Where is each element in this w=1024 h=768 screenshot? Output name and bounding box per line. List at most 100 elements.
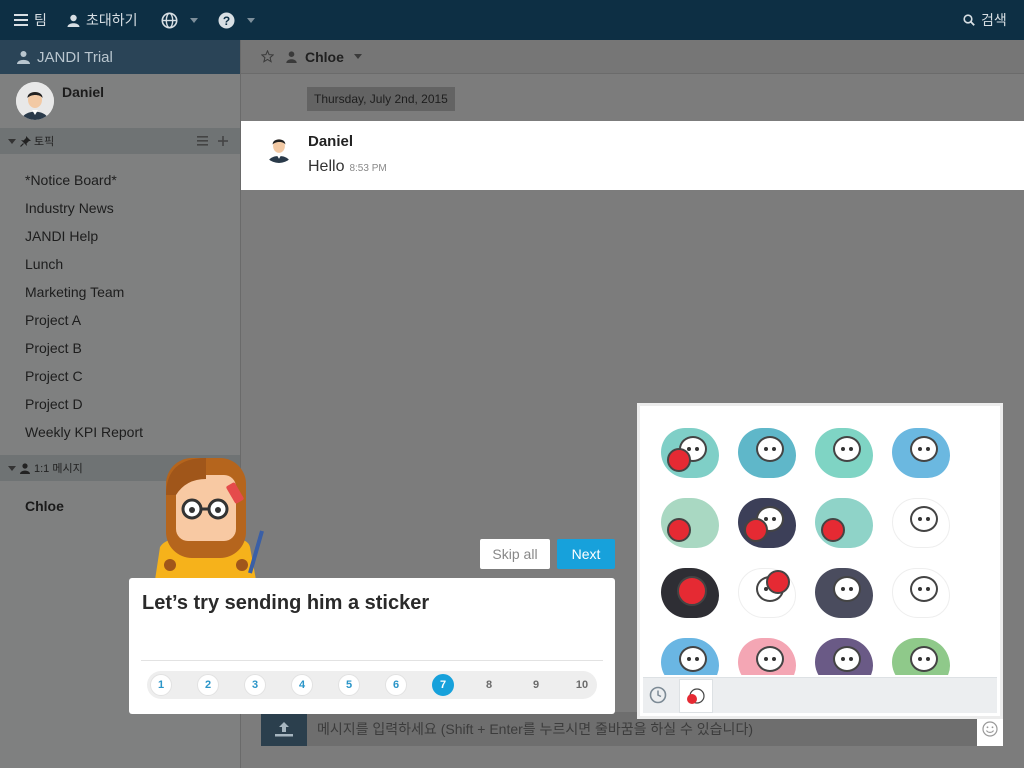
user-icon — [67, 14, 80, 27]
topic-item[interactable]: Industry News — [0, 194, 240, 222]
team-icon — [17, 51, 30, 64]
step-indicator[interactable]: 4 — [291, 674, 313, 696]
clock-icon[interactable] — [649, 686, 667, 704]
sticker-character — [744, 518, 768, 542]
collapse-icon — [8, 138, 16, 144]
invite-label: 초대하기 — [86, 12, 138, 28]
search-label: 검색 — [981, 12, 1007, 28]
user-icon — [20, 462, 30, 474]
tutorial-mascot — [150, 455, 270, 580]
top-bar: 팀 초대하기 ? 검색 — [0, 0, 1024, 40]
sticker-item[interactable] — [890, 422, 952, 484]
sticker-item[interactable] — [659, 632, 721, 675]
team-header[interactable]: JANDI Trial — [0, 40, 240, 74]
topic-item[interactable]: *Notice Board* — [0, 166, 240, 194]
sticker-item[interactable] — [736, 492, 798, 554]
sticker-item[interactable] — [736, 632, 798, 675]
hamburger-icon — [14, 14, 28, 26]
dm-item-chloe[interactable]: Chloe — [0, 498, 64, 514]
help-menu-button[interactable]: ? — [218, 0, 255, 40]
sticker-face — [833, 436, 861, 462]
sticker-tab-icon — [687, 688, 705, 704]
topics-header-label: 토픽 — [34, 136, 55, 148]
message-input[interactable]: 메시지를 입력하세요 (Shift + Enter를 누르시면 줄바꿈을 하실 … — [307, 719, 753, 739]
dm-header-label: 1:1 메시지 — [34, 463, 83, 475]
invite-button[interactable]: 초대하기 — [67, 0, 138, 40]
topic-item[interactable]: Project C — [0, 362, 240, 390]
sticker-item[interactable] — [659, 422, 721, 484]
channel-name[interactable]: Chloe — [305, 49, 344, 65]
tutorial-progress: 1 2 3 4 5 6 7 8 9 10 — [147, 671, 597, 699]
topic-item[interactable]: Marketing Team — [0, 278, 240, 306]
sticker-face — [833, 646, 861, 672]
step-indicator[interactable]: 5 — [338, 674, 360, 696]
sticker-item[interactable] — [813, 492, 875, 554]
sticker-character — [766, 570, 790, 594]
sticker-item[interactable] — [813, 562, 875, 624]
team-label: 팀 — [34, 12, 47, 28]
sticker-item[interactable] — [659, 562, 721, 624]
skip-all-button[interactable]: Skip all — [480, 539, 550, 569]
collapse-icon — [8, 465, 16, 471]
chevron-down-icon[interactable] — [353, 54, 362, 59]
topics-section-header[interactable]: 토픽 — [0, 128, 240, 154]
message-body: Hello 8:53 PM — [308, 158, 387, 176]
sticker-item[interactable] — [890, 562, 952, 624]
tutorial-title: Let’s try sending him a sticker — [142, 592, 430, 614]
profile-name: Daniel — [62, 84, 105, 100]
sticker-panel — [637, 403, 1003, 719]
plus-icon[interactable] — [218, 136, 228, 146]
topic-item[interactable]: Weekly KPI Report — [0, 418, 240, 446]
upload-icon — [275, 722, 293, 737]
channel-header: Chloe — [241, 40, 1024, 74]
star-icon[interactable] — [261, 50, 274, 63]
sticker-face — [756, 436, 784, 462]
step-indicator: 8 — [485, 679, 493, 691]
profile-area[interactable]: Daniel — [0, 74, 240, 128]
upload-button[interactable] — [261, 712, 307, 746]
topic-item[interactable]: Lunch — [0, 250, 240, 278]
step-indicator[interactable]: 6 — [385, 674, 407, 696]
sticker-grid — [654, 419, 984, 675]
step-indicator[interactable]: 2 — [197, 674, 219, 696]
sticker-face — [910, 436, 938, 462]
sticker-face — [833, 576, 861, 602]
step-indicator[interactable]: 3 — [244, 674, 266, 696]
search-button[interactable]: 검색 — [963, 0, 1007, 40]
sticker-item[interactable] — [813, 632, 875, 675]
sticker-face — [756, 646, 784, 672]
globe-icon — [161, 12, 178, 28]
topic-list: *Notice Board* Industry News JANDI Help … — [0, 154, 240, 446]
help-icon: ? — [218, 12, 235, 28]
message-author[interactable]: Daniel — [308, 133, 353, 150]
step-indicator-current[interactable]: 7 — [432, 674, 454, 696]
sticker-character — [821, 518, 845, 542]
avatar[interactable] — [263, 131, 295, 163]
chevron-down-icon — [247, 17, 255, 23]
language-menu-button[interactable] — [161, 0, 198, 40]
topic-item[interactable]: Project B — [0, 334, 240, 362]
step-indicator: 10 — [575, 679, 589, 691]
sticker-tab-active[interactable] — [679, 679, 713, 713]
list-icon[interactable] — [197, 136, 208, 146]
next-button[interactable]: Next — [557, 539, 615, 569]
sticker-item[interactable] — [890, 492, 952, 554]
topic-item[interactable]: Project A — [0, 306, 240, 334]
topic-item[interactable]: JANDI Help — [0, 222, 240, 250]
step-indicator[interactable]: 1 — [150, 674, 172, 696]
sticker-face — [679, 646, 707, 672]
smiley-icon — [982, 721, 998, 737]
tutorial-card: Let’s try sending him a sticker 1 2 3 4 … — [129, 578, 615, 714]
sticker-item[interactable] — [890, 632, 952, 675]
chevron-down-icon — [190, 17, 198, 23]
sticker-character — [667, 518, 691, 542]
sticker-item[interactable] — [813, 422, 875, 484]
topic-item[interactable]: Project D — [0, 390, 240, 418]
pin-icon — [20, 135, 31, 147]
sticker-face — [910, 576, 938, 602]
sticker-item[interactable] — [736, 422, 798, 484]
sticker-item[interactable] — [659, 492, 721, 554]
team-menu-button[interactable]: 팀 — [14, 0, 47, 40]
sticker-item[interactable] — [736, 562, 798, 624]
team-name: JANDI Trial — [37, 48, 113, 66]
